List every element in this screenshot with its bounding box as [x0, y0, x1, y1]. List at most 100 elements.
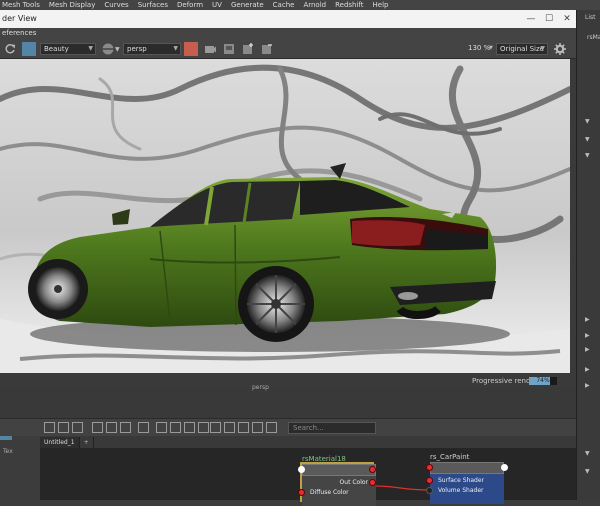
- surface-shader-port[interactable]: Surface Shader: [430, 476, 504, 485]
- chevron-down-icon: ▼: [173, 45, 178, 52]
- rearrange-icon[interactable]: [106, 422, 117, 433]
- menu-item[interactable]: Generate: [231, 0, 264, 10]
- output-port-dot[interactable]: [501, 464, 508, 471]
- menu-item[interactable]: UV: [212, 0, 222, 10]
- settings-icon[interactable]: [553, 42, 567, 56]
- render-view-toolbar: Beauty ▼ ▼ persp ▼ 130 % ▼ Original Size ▼: [0, 39, 576, 59]
- close-button[interactable]: ✕: [558, 10, 576, 28]
- chevron-down-icon[interactable]: ▼: [585, 152, 590, 159]
- full-mode-icon[interactable]: [184, 422, 195, 433]
- input-port-dot[interactable]: [298, 466, 305, 473]
- connected-mode-icon[interactable]: [170, 422, 181, 433]
- diffuse-color-dot[interactable]: [298, 489, 305, 496]
- simple-mode-icon[interactable]: [156, 422, 167, 433]
- size-select[interactable]: Original Size ▼: [496, 43, 548, 55]
- zoom-readout[interactable]: 130 %: [468, 44, 490, 52]
- rs-material-node[interactable]: rsMaterial18 Out Color Diffuse Color: [298, 455, 376, 506]
- chevron-down-icon[interactable]: ▼: [489, 45, 493, 51]
- render-progress-text: 74%: [536, 377, 550, 384]
- render-view-window: der View — ☐ ✕ eferences Beauty ▼ ▼ persp…: [0, 10, 576, 388]
- grid-toggle-icon[interactable]: [224, 422, 235, 433]
- maya-menubar: Mesh Tools Mesh Display Curves Surfaces …: [0, 0, 600, 10]
- menu-item[interactable]: Deform: [177, 0, 203, 10]
- node-title: rs_CarPaint: [430, 453, 470, 461]
- remove-node-icon[interactable]: [120, 422, 131, 433]
- node-editor-toolbar: Search...: [0, 418, 576, 436]
- graph-output-icon[interactable]: [58, 422, 69, 433]
- menu-item[interactable]: Redshift: [335, 0, 363, 10]
- chevron-right-icon[interactable]: ▶: [585, 316, 590, 323]
- menu-item[interactable]: Surfaces: [138, 0, 168, 10]
- list-label[interactable]: List: [585, 14, 596, 21]
- render-image[interactable]: [0, 59, 570, 373]
- menu-item[interactable]: Mesh Tools: [2, 0, 40, 10]
- out-color-port[interactable]: Out Color: [302, 478, 376, 487]
- chevron-down-icon[interactable]: ▼: [585, 136, 590, 143]
- snap-grid-icon[interactable]: [238, 422, 249, 433]
- node-title: rsMaterial18: [302, 455, 346, 463]
- add-tab-button[interactable]: +: [80, 437, 94, 448]
- right-dock-panel: List rsMa ▼ ▼ ▼ ▶ ▶ ▶ ▶ ▶ ▼ ▼: [576, 10, 600, 500]
- surface-shader-dot[interactable]: [426, 477, 433, 484]
- chevron-down-icon[interactable]: ▼: [585, 450, 590, 457]
- clear-graph-icon[interactable]: [92, 422, 103, 433]
- diffuse-color-port[interactable]: Diffuse Color: [302, 488, 376, 497]
- node-header[interactable]: [430, 462, 504, 474]
- minimize-button[interactable]: —: [522, 10, 540, 28]
- rs-material-label: rsMa: [587, 34, 600, 41]
- chevron-down-icon[interactable]: ▼: [585, 118, 590, 125]
- render-progress-bar: 74%: [529, 377, 557, 385]
- volume-shader-port[interactable]: Volume Shader: [430, 486, 504, 495]
- menu-item[interactable]: Arnold: [303, 0, 326, 10]
- chevron-right-icon[interactable]: ▶: [585, 346, 590, 353]
- remove-image-icon[interactable]: [260, 42, 274, 56]
- filter-icon[interactable]: [266, 422, 277, 433]
- render-view-menubar: eferences: [0, 28, 576, 39]
- node-graph-canvas[interactable]: rsMaterial18 Out Color Diffuse Color rs_…: [40, 448, 576, 506]
- window-controls: — ☐ ✕: [522, 10, 576, 28]
- chevron-down-icon: ▼: [540, 45, 545, 52]
- snapshot-icon[interactable]: [203, 42, 217, 56]
- camera-select[interactable]: persp ▼: [123, 43, 181, 55]
- aov-select[interactable]: Beauty ▼: [40, 43, 96, 55]
- node-search-input[interactable]: Search...: [288, 422, 376, 434]
- render-icon[interactable]: [184, 42, 198, 56]
- chevron-right-icon[interactable]: ▶: [585, 332, 590, 339]
- menu-item[interactable]: Help: [373, 0, 389, 10]
- window-title: der View: [2, 14, 37, 23]
- menu-item[interactable]: Curves: [104, 0, 128, 10]
- custom-mode-icon[interactable]: [198, 422, 209, 433]
- output-port-dot[interactable]: [369, 466, 376, 473]
- maximize-button[interactable]: ☐: [540, 10, 558, 28]
- rs-carpaint-node[interactable]: rs_CarPaint Surface Shader Volume Shader: [426, 453, 508, 504]
- pin-icon[interactable]: [252, 422, 263, 433]
- graph-io-icon[interactable]: [72, 422, 83, 433]
- camera-sphere-icon[interactable]: [101, 42, 115, 56]
- textures-tab-label[interactable]: Tex: [3, 448, 13, 455]
- chevron-down-icon[interactable]: ▼: [115, 46, 120, 53]
- window-titlebar[interactable]: der View — ☐ ✕: [0, 10, 576, 28]
- menu-item[interactable]: Cache: [273, 0, 295, 10]
- graph-input-icon[interactable]: [44, 422, 55, 433]
- volume-shader-dot[interactable]: [426, 487, 433, 494]
- aov-select-value: Beauty: [44, 45, 69, 53]
- frame-all-icon[interactable]: [138, 422, 149, 433]
- save-image-icon[interactable]: [222, 42, 236, 56]
- chevron-right-icon[interactable]: ▶: [585, 382, 590, 389]
- chevron-right-icon[interactable]: ▶: [585, 366, 590, 373]
- out-color-dot[interactable]: [369, 479, 376, 486]
- refresh-icon[interactable]: [3, 42, 17, 56]
- car-render-image: [0, 59, 570, 373]
- camera-select-value: persp: [127, 45, 147, 53]
- tab-untitled-1[interactable]: Untitled_1: [40, 437, 80, 448]
- search-icon[interactable]: [210, 422, 221, 433]
- menu-item[interactable]: Mesh Display: [49, 0, 95, 10]
- region-icon[interactable]: [22, 42, 36, 56]
- node-body: Out Color Diffuse Color: [302, 476, 376, 506]
- menu-item-preferences[interactable]: eferences: [2, 29, 36, 37]
- chevron-down-icon: ▼: [88, 45, 93, 52]
- chevron-down-icon[interactable]: ▼: [585, 468, 590, 475]
- input-port-dot[interactable]: [426, 464, 433, 471]
- node-header[interactable]: [302, 464, 376, 476]
- keep-image-icon[interactable]: [241, 42, 255, 56]
